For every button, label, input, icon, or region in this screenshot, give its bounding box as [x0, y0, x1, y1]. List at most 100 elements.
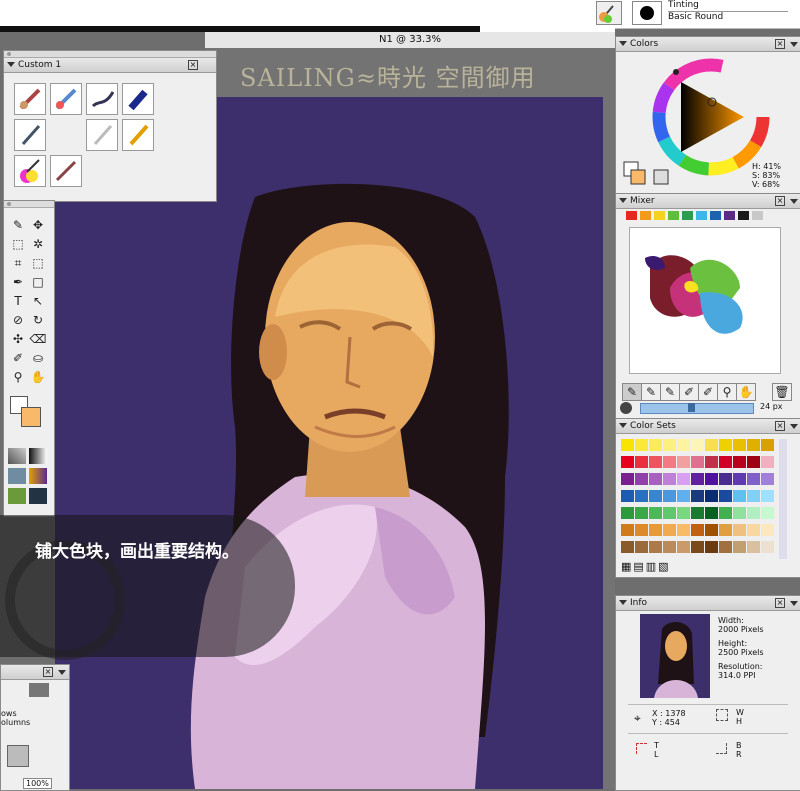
color-set-swatch[interactable] [621, 456, 634, 468]
color-set-swatch[interactable] [635, 473, 648, 485]
selection-adjuster-icon[interactable]: ⬚ [29, 255, 47, 271]
color-set-swatch[interactable] [719, 524, 732, 536]
color-set-swatch[interactable] [635, 490, 648, 502]
close-icon[interactable]: × [188, 60, 198, 70]
color-set-swatch[interactable] [691, 473, 704, 485]
brush-preset-icon[interactable] [14, 83, 46, 115]
brush-variant-icon[interactable] [632, 1, 662, 25]
color-set-swatch[interactable] [691, 456, 704, 468]
pencil-preset-icon[interactable] [86, 119, 118, 151]
rectangle-shape-icon[interactable]: □ [29, 274, 47, 290]
pen-preset-icon[interactable] [14, 119, 46, 151]
color-set-swatch[interactable] [621, 439, 634, 451]
magnifier-brush-icon[interactable]: ⊘ [9, 312, 27, 328]
color-set-swatch[interactable] [621, 507, 634, 519]
color-set-swatch[interactable] [719, 473, 732, 485]
color-set-swatch[interactable] [663, 439, 676, 451]
cloner-icon[interactable]: ✣ [9, 331, 27, 347]
color-set-swatch[interactable] [747, 490, 760, 502]
color-set-swatch[interactable] [719, 507, 732, 519]
color-set-swatch[interactable] [635, 439, 648, 451]
color-set-swatch[interactable] [677, 490, 690, 502]
color-set-swatch[interactable] [761, 541, 774, 553]
close-icon[interactable]: × [775, 196, 785, 206]
color-set-swatch[interactable] [677, 456, 690, 468]
pen-tool-icon[interactable]: ✒ [9, 274, 27, 290]
close-icon[interactable]: × [775, 39, 785, 49]
collapse-triangle-icon[interactable] [619, 600, 627, 605]
pattern-selector-icon[interactable] [8, 468, 26, 484]
color-set-swatch[interactable] [663, 490, 676, 502]
color-set-swatch[interactable] [733, 473, 746, 485]
color-set-swatch[interactable] [705, 490, 718, 502]
brush-category-icon[interactable] [596, 1, 622, 25]
color-set-swatch[interactable] [747, 507, 760, 519]
color-set-swatch[interactable] [691, 524, 704, 536]
eraser-icon[interactable]: ⌫ [29, 331, 47, 347]
color-set-swatch[interactable] [705, 524, 718, 536]
color-set-swatch[interactable] [649, 456, 662, 468]
zoom-icon[interactable]: ⚲ [9, 369, 27, 385]
color-set-swatch[interactable] [733, 456, 746, 468]
color-set-swatch[interactable] [635, 524, 648, 536]
color-set-swatch[interactable] [677, 473, 690, 485]
weave-selector-icon[interactable] [29, 488, 47, 504]
color-set-swatch[interactable] [621, 473, 634, 485]
brush-tool-icon[interactable]: ✎ [9, 217, 27, 233]
layer-button-icon[interactable] [7, 745, 29, 767]
color-set-swatch[interactable] [663, 507, 676, 519]
panel-menu-icon[interactable] [58, 670, 66, 675]
color-set-swatch[interactable] [691, 541, 704, 553]
mixer-pad[interactable] [629, 227, 781, 374]
color-set-swatch[interactable] [705, 473, 718, 485]
gradient-selector-icon[interactable] [29, 448, 47, 464]
colors-header[interactable]: Colors × [616, 37, 800, 52]
color-set-swatch[interactable] [733, 439, 746, 451]
paper-selector-icon[interactable] [8, 448, 26, 464]
color-brush-icon[interactable] [14, 155, 46, 187]
mixer-swatch[interactable] [710, 211, 721, 220]
color-set-swatch[interactable] [635, 541, 648, 553]
rotate-icon[interactable]: ↻ [29, 312, 47, 328]
color-set-swatch[interactable] [747, 456, 760, 468]
color-set-swatch[interactable] [705, 439, 718, 451]
color-set-swatch[interactable] [663, 541, 676, 553]
color-set-swatch[interactable] [663, 524, 676, 536]
color-set-swatch[interactable] [649, 490, 662, 502]
color-set-swatch[interactable] [677, 507, 690, 519]
zoom-level[interactable]: 100% [23, 778, 52, 789]
paint-bucket-icon[interactable]: ⛀ [29, 350, 47, 366]
zoom-icon[interactable]: ⚲ [717, 383, 737, 401]
color-set-swatch[interactable] [691, 439, 704, 451]
magic-wand-icon[interactable]: ✲ [29, 236, 47, 252]
dropper-icon[interactable]: ✐ [9, 350, 27, 366]
color-set-swatch[interactable] [733, 507, 746, 519]
dirty-brush-icon[interactable]: ✎ [622, 383, 642, 401]
close-icon[interactable]: × [43, 667, 53, 677]
mixer-swatch[interactable] [654, 211, 665, 220]
color-set-swatch[interactable] [677, 439, 690, 451]
pan-icon[interactable]: ✋ [736, 383, 756, 401]
main-color-swatch[interactable] [21, 407, 41, 427]
mixer-swatch[interactable] [682, 211, 693, 220]
color-set-swatch[interactable] [747, 473, 760, 485]
crop-icon[interactable]: ⌗ [9, 255, 27, 271]
color-set-swatch[interactable] [635, 456, 648, 468]
color-set-swatch[interactable] [733, 541, 746, 553]
color-set-swatch[interactable] [747, 524, 760, 536]
color-set-swatch[interactable] [719, 439, 732, 451]
color-set-swatch[interactable] [761, 524, 774, 536]
color-set-swatch[interactable] [719, 490, 732, 502]
mixer-swatch[interactable] [752, 211, 763, 220]
toolbox-grip[interactable] [4, 201, 54, 208]
color-sets-scrollbar[interactable] [779, 439, 787, 559]
color-set-swatch[interactable] [761, 473, 774, 485]
panel-menu-icon[interactable] [790, 42, 798, 47]
layers-header[interactable]: × [1, 665, 69, 680]
color-set-swatch[interactable] [691, 490, 704, 502]
color-set-swatch[interactable] [691, 507, 704, 519]
palette-grip[interactable] [4, 51, 216, 58]
color-set-swatch[interactable] [621, 524, 634, 536]
mixer-swatch[interactable] [738, 211, 749, 220]
color-set-swatch[interactable] [761, 507, 774, 519]
